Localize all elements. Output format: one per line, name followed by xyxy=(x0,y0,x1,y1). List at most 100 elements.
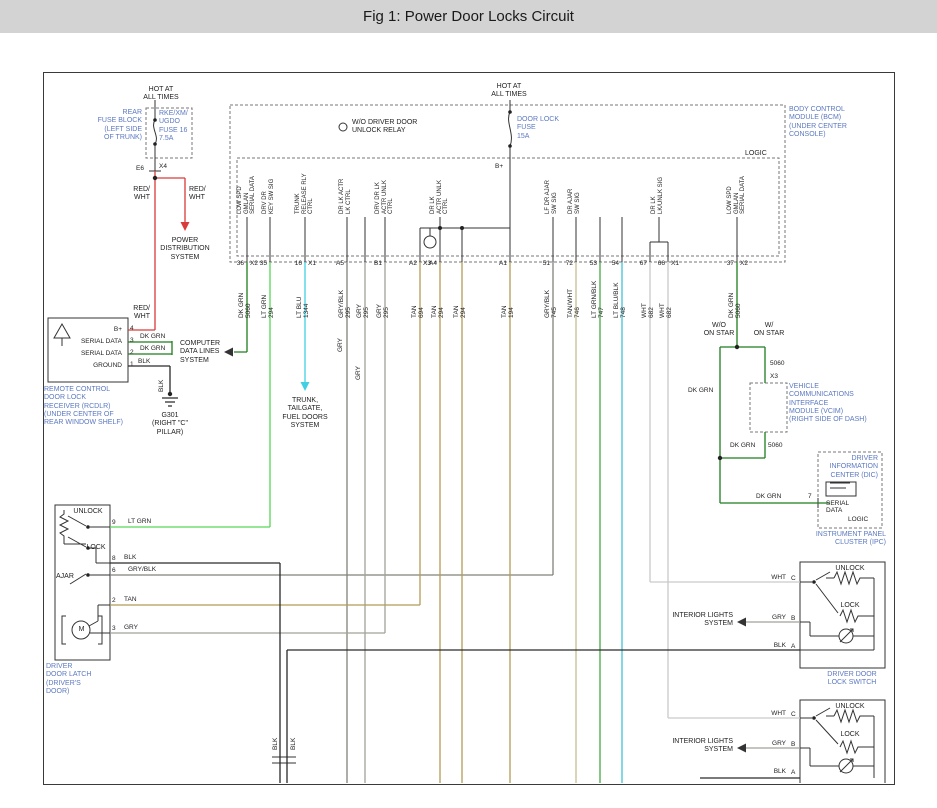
wire-label: TAN 294 xyxy=(453,305,468,318)
bplus-label: B+ xyxy=(495,163,507,170)
interior-lights-system-label: INTERIOR LIGHTS SYSTEM xyxy=(653,738,733,755)
gry-blk-wires xyxy=(110,262,553,783)
junction-dot xyxy=(735,345,739,349)
rcdlr-row-serial2: SERIAL DATA xyxy=(66,350,122,357)
dk-grn-label: DK GRN xyxy=(730,442,758,449)
wire-label: GRY 295 xyxy=(356,304,371,318)
pin-label: A5 xyxy=(330,260,344,267)
bcm-fn-trunk-release: TRUNK RELEASE RLY CTRL xyxy=(295,173,315,214)
hot-at-all-times-left: HOT AT ALL TIMES xyxy=(138,86,184,103)
pin-label: A2 xyxy=(403,260,417,267)
gry-label: GRY xyxy=(124,624,144,631)
switch2-pin-b: B xyxy=(791,741,799,748)
wire-label: WHT 682 xyxy=(659,303,674,318)
wire-label: GRY/BLK 295 xyxy=(338,290,353,318)
switch2-unlock-label: UNLOCK xyxy=(822,703,878,711)
gry-tag: GRY xyxy=(337,338,344,352)
relay-note-symbol xyxy=(339,123,347,131)
junction-dot xyxy=(460,226,464,230)
bcm-fn-serial-data2: LOW SPD GMLAN SERIAL DATA xyxy=(727,176,747,214)
pin-label: 54 xyxy=(605,260,619,267)
conn-label: X2 xyxy=(740,260,756,267)
bcm-relay-bridge xyxy=(420,228,510,262)
fuse-terminal-dot xyxy=(508,110,512,114)
wire-label: TAN 694 xyxy=(411,305,426,318)
pin-label: B1 xyxy=(368,260,382,267)
blk-label: BLK xyxy=(754,642,786,649)
fuse-element-doorlock xyxy=(509,112,512,146)
fuse-terminal-dot xyxy=(508,144,512,148)
switch1-pin-b: B xyxy=(791,615,799,622)
bcm-fn-serial-data: LOW SPD GMLAN SERIAL DATA xyxy=(237,176,257,214)
junction-dot xyxy=(718,456,722,460)
latch-lock-label: LOCK xyxy=(80,544,112,552)
ipc-logic-label: LOGIC xyxy=(848,516,876,523)
conn-label: X1 xyxy=(308,260,324,267)
dk-grn-label: DK GRN xyxy=(140,345,170,352)
contact-dot xyxy=(86,525,90,529)
bcm-fn-lock-ctrl: DR LK ACTR LK CTRL xyxy=(339,179,352,214)
switch2-lock-label: LOCK xyxy=(824,731,876,739)
rcdlr-row-serial1: SERIAL DATA xyxy=(66,338,122,345)
bcm-fn-drv-unlock-ctrl: DRV DR LK ACTR UNLK CTRL xyxy=(375,180,395,214)
dic-label: DRIVER INFORMATION CENTER (DIC) xyxy=(826,455,878,480)
blk-label: BLK xyxy=(138,358,158,365)
bcm-internal-stubs xyxy=(247,217,737,262)
trunk-tailgate-system-label: TRUNK, TAILGATE, FUEL DOORS SYSTEM xyxy=(279,397,331,430)
lt-grn-label: LT GRN xyxy=(128,518,160,525)
connector-e6-label: E6 xyxy=(136,165,148,172)
switch1-pin-a: A xyxy=(791,643,799,650)
bcm-fn-lf-ajar: LF DR AJAR SW SIG xyxy=(545,180,558,214)
rcdlr-row-ground: GROUND xyxy=(66,362,122,369)
wire-label: TAN/WHT 746 xyxy=(567,289,582,318)
latch-unlock-label: UNLOCK xyxy=(68,508,108,516)
bcm-fn-unlock-ctrl: DR LK ACTR UNLK CTRL xyxy=(430,180,450,214)
fuse-terminal-dot xyxy=(153,142,157,146)
bcm-fn-lkunlk-sig: DR LK LK/UNLK SIG xyxy=(651,177,664,214)
switch1-lock-label: LOCK xyxy=(824,602,876,610)
latch-motor-m: M xyxy=(75,626,88,634)
circuit-5060-label: 5060 xyxy=(768,442,790,449)
switch2-internals xyxy=(800,708,874,778)
rcdlr-pin2: 2 xyxy=(130,349,138,356)
rcdlr-pin4: 4 xyxy=(130,325,138,332)
conn-label: X1 xyxy=(671,260,687,267)
wire-label: TAN 294 xyxy=(431,305,446,318)
bcm-fn-dr-ajar: DR AJAR SW SIG xyxy=(568,189,581,214)
pin-label: 66 xyxy=(651,260,665,267)
red-wht-label: RED/ WHT xyxy=(122,305,150,322)
circuit-5060-label: 5060 xyxy=(770,360,792,367)
wire-label: LT GRN 294 xyxy=(261,295,276,318)
pin-label: 35 xyxy=(253,260,267,267)
pin-label: 37 xyxy=(720,260,734,267)
relay-coil-symbol xyxy=(424,236,436,248)
wire-label: GRY/BLK 745 xyxy=(544,290,559,318)
wire-label: LT GRN/BLK 747 xyxy=(591,281,606,318)
bcm-fn-key-sw: DRV DR KEY SW SIG xyxy=(262,179,275,214)
wire-label: DK GRN 5060 xyxy=(238,293,253,318)
bcm-lkunlk-tie xyxy=(650,217,668,262)
tan-label: TAN xyxy=(124,596,144,603)
rcdlr-pin3: 3 xyxy=(130,337,138,344)
dk-grn-label: DK GRN xyxy=(756,493,784,500)
g301-ground-label: G301 (RIGHT "C" PILLAR) xyxy=(144,412,196,437)
w-onstar-label: W/ ON STAR xyxy=(750,322,788,339)
gry-blk-label: GRY/BLK xyxy=(128,566,164,573)
latch-pin2: 2 xyxy=(112,597,120,604)
pin-label: 72 xyxy=(559,260,573,267)
fuse-element-rear xyxy=(154,120,157,144)
wo-driver-door-unlock-relay-note: W/O DRIVER DOOR UNLOCK RELAY xyxy=(352,119,444,136)
junction-dot xyxy=(438,226,442,230)
hot-at-all-times-bcm: HOT AT ALL TIMES xyxy=(486,83,532,100)
switch2-pin-a: A xyxy=(791,769,799,776)
wire-label: GRY 295 xyxy=(376,304,391,318)
switch1-unlock-label: UNLOCK xyxy=(822,565,878,573)
junction-dot xyxy=(153,176,157,180)
pin-label: 36 xyxy=(230,260,244,267)
vcim-box xyxy=(750,383,787,432)
gry-label: GRY xyxy=(754,740,786,747)
interior-lights-arrow-icon xyxy=(737,744,746,753)
contact-dot xyxy=(812,580,816,584)
switch2-pin-c: C xyxy=(791,711,799,718)
rear-fuse-block-label: REAR FUSE BLOCK (LEFT SIDE OF TRUNK) xyxy=(94,109,142,142)
